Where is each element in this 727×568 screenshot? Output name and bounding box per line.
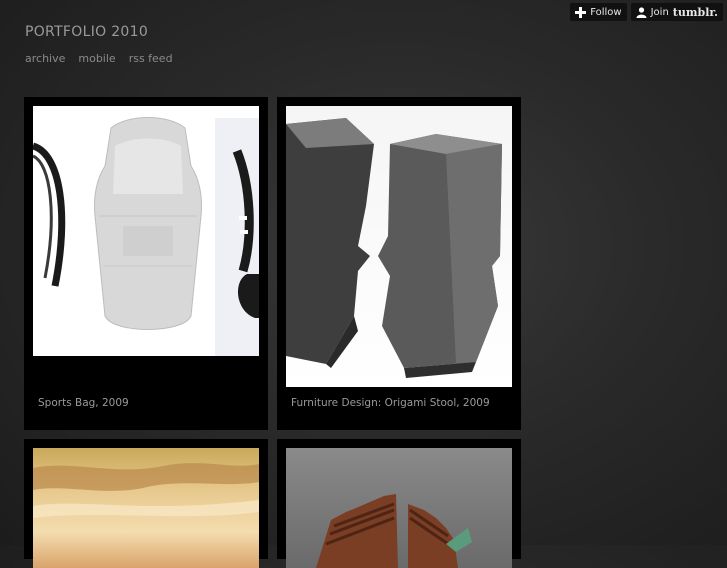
plus-icon — [575, 6, 587, 18]
post-card[interactable]: Furniture Design: Origami Stool, 2009 — [277, 97, 521, 430]
blog-header: PORTFOLIO 2010 archive mobile rss feed — [25, 24, 173, 65]
post-card[interactable]: Sports Bag, 2009 — [24, 97, 268, 430]
tumblr-logo: tumblr. — [672, 5, 718, 19]
sunset-sky-photo[interactable] — [33, 448, 259, 568]
nav-mobile[interactable]: mobile — [78, 52, 115, 65]
follow-button[interactable]: Follow — [570, 3, 627, 21]
post-card[interactable] — [277, 439, 521, 568]
blog-title[interactable]: PORTFOLIO 2010 — [25, 24, 173, 40]
user-icon — [636, 6, 647, 18]
tumblr-controls: Follow Join tumblr. — [570, 3, 723, 21]
follow-label: Follow — [590, 6, 622, 18]
post-caption[interactable]: Furniture Design: Origami Stool, 2009 — [291, 397, 490, 409]
wooden-structure-photo[interactable] — [286, 448, 512, 568]
sports-bag-photo[interactable] — [33, 106, 259, 356]
join-label: Join — [650, 6, 669, 18]
origami-stool-photo[interactable] — [286, 106, 512, 387]
nav-archive[interactable]: archive — [25, 52, 65, 65]
join-tumblr-button[interactable]: Join tumblr. — [630, 3, 723, 21]
blog-nav: archive mobile rss feed — [25, 52, 173, 65]
nav-rss-feed[interactable]: rss feed — [129, 52, 173, 65]
post-caption[interactable]: Sports Bag, 2009 — [38, 397, 129, 409]
post-card[interactable] — [24, 439, 268, 568]
